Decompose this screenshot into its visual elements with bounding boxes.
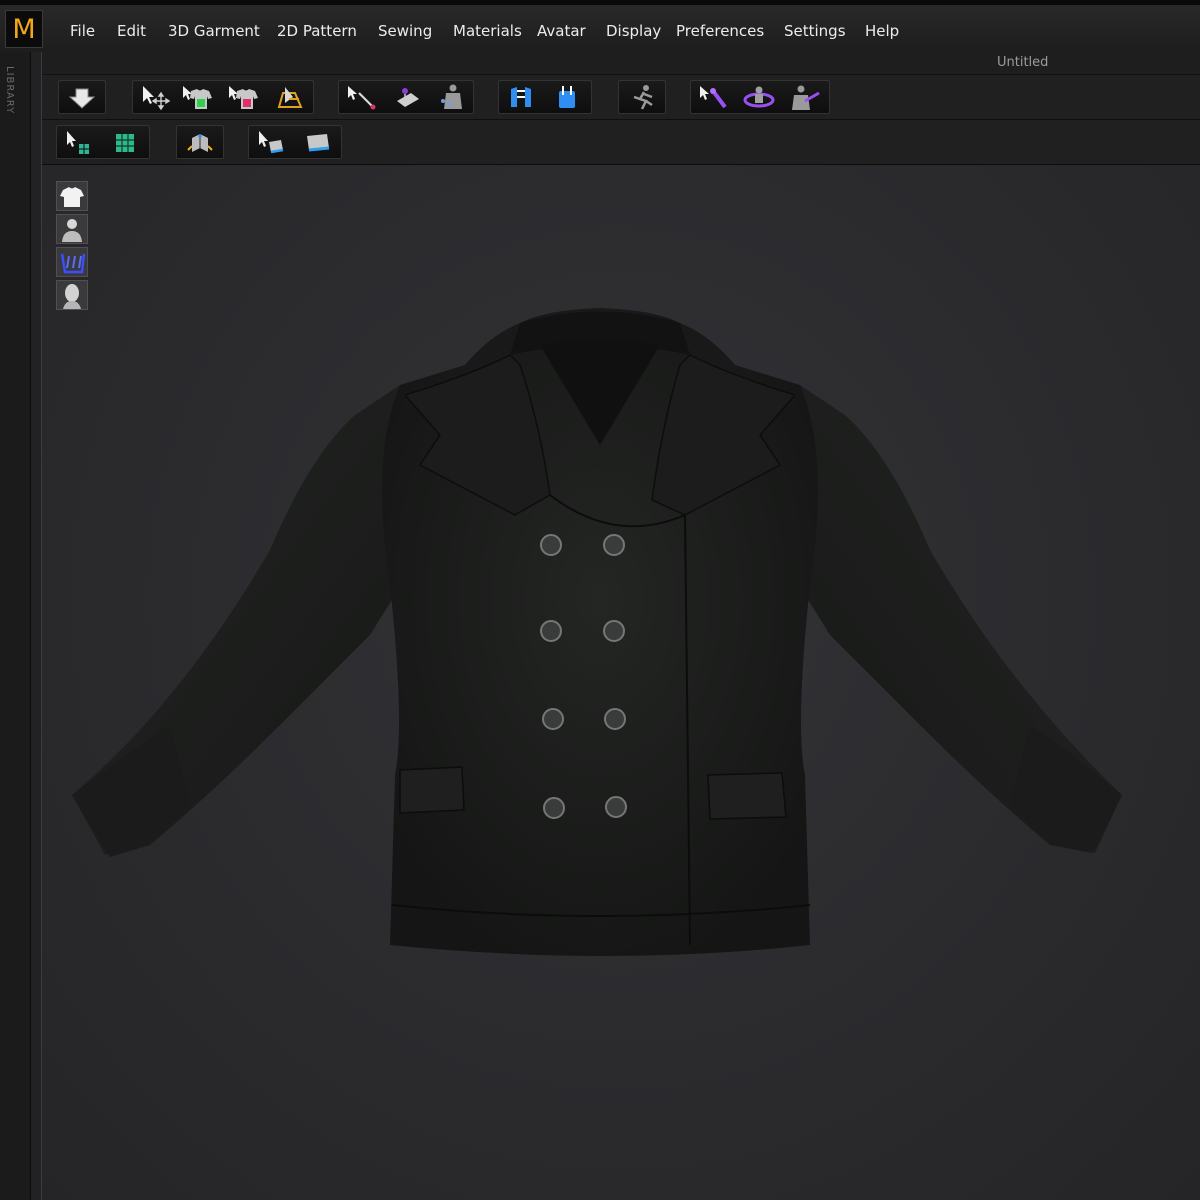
pin-tool-icon[interactable] <box>693 81 733 113</box>
button <box>543 797 565 819</box>
select-mesh-pink-icon[interactable] <box>223 81 263 113</box>
toolbar-group-texture-edit <box>248 125 342 159</box>
document-title-bar: Untitled <box>42 52 1200 75</box>
reset-arrangement-icon[interactable] <box>547 81 587 113</box>
menu-edit[interactable]: Edit <box>117 19 146 43</box>
flat-texture-icon[interactable] <box>297 126 337 158</box>
transform-pattern-icon[interactable] <box>135 81 175 113</box>
window-top-edge <box>0 0 1200 5</box>
avatar-arrangement-icon[interactable] <box>431 81 471 113</box>
texture-checker-icon[interactable] <box>105 126 145 158</box>
toolbar-group-fold <box>176 125 224 159</box>
button <box>542 708 564 730</box>
menu-3d-garment[interactable]: 3D Garment <box>168 19 260 43</box>
peacoat-3d-model[interactable] <box>70 305 1130 985</box>
simulate-icon[interactable] <box>62 81 102 113</box>
toolbar-group-select <box>132 80 314 114</box>
app-logo[interactable]: M <box>5 10 43 48</box>
3d-viewport[interactable] <box>42 165 1200 1200</box>
menu-bar: M File Edit 3D Garment 2D Pattern Sewing… <box>0 0 1200 53</box>
arrangement-points-icon[interactable] <box>501 81 541 113</box>
edit-curvature-icon[interactable] <box>341 81 381 113</box>
menu-file[interactable]: File <box>70 19 95 43</box>
tack-icon[interactable] <box>387 81 427 113</box>
button <box>605 796 627 818</box>
button <box>540 534 562 556</box>
record-animation-icon[interactable] <box>622 81 662 113</box>
document-title: Untitled <box>997 55 1049 70</box>
toolbar-group-record <box>618 80 666 114</box>
fold-arrangement-icon[interactable] <box>269 81 309 113</box>
menu-display[interactable]: Display <box>606 19 661 43</box>
fold-3d-icon[interactable] <box>180 126 220 158</box>
show-garment-icon[interactable] <box>56 181 88 211</box>
menu-avatar[interactable]: Avatar <box>537 19 586 43</box>
menu-materials[interactable]: Materials <box>453 19 522 43</box>
button <box>603 620 625 642</box>
toolbar-group-simulate <box>58 80 106 114</box>
show-pattern-icon[interactable] <box>56 247 88 277</box>
button <box>603 534 625 556</box>
ring-pin-icon[interactable] <box>739 81 779 113</box>
toolbar-group-edit <box>338 80 474 114</box>
toolbar-row-2 <box>42 120 1200 165</box>
button <box>604 708 626 730</box>
select-uv-icon[interactable] <box>59 126 99 158</box>
menu-2d-pattern[interactable]: 2D Pattern <box>277 19 357 43</box>
select-texture-icon[interactable] <box>251 126 291 158</box>
library-label: LIBRARY <box>4 66 15 115</box>
button <box>540 620 562 642</box>
menu-help[interactable]: Help <box>865 19 899 43</box>
library-panel-tab[interactable]: LIBRARY <box>0 52 31 1200</box>
select-mesh-icon[interactable] <box>177 81 217 113</box>
panel-splitter[interactable] <box>31 52 42 1200</box>
show-avatar-icon[interactable] <box>56 214 88 244</box>
menu-preferences[interactable]: Preferences <box>676 19 764 43</box>
menu-settings[interactable]: Settings <box>784 19 846 43</box>
left-pocket-flap <box>399 766 465 814</box>
logo-letter: M <box>12 13 36 45</box>
right-pocket-flap <box>707 772 787 820</box>
toolbar-group-pins <box>690 80 830 114</box>
toolbar-group-arrangement <box>498 80 592 114</box>
measure-avatar-icon[interactable] <box>785 81 825 113</box>
toolbar-group-texture <box>56 125 150 159</box>
toolbar-row-1 <box>42 75 1200 120</box>
menu-sewing[interactable]: Sewing <box>378 19 432 43</box>
